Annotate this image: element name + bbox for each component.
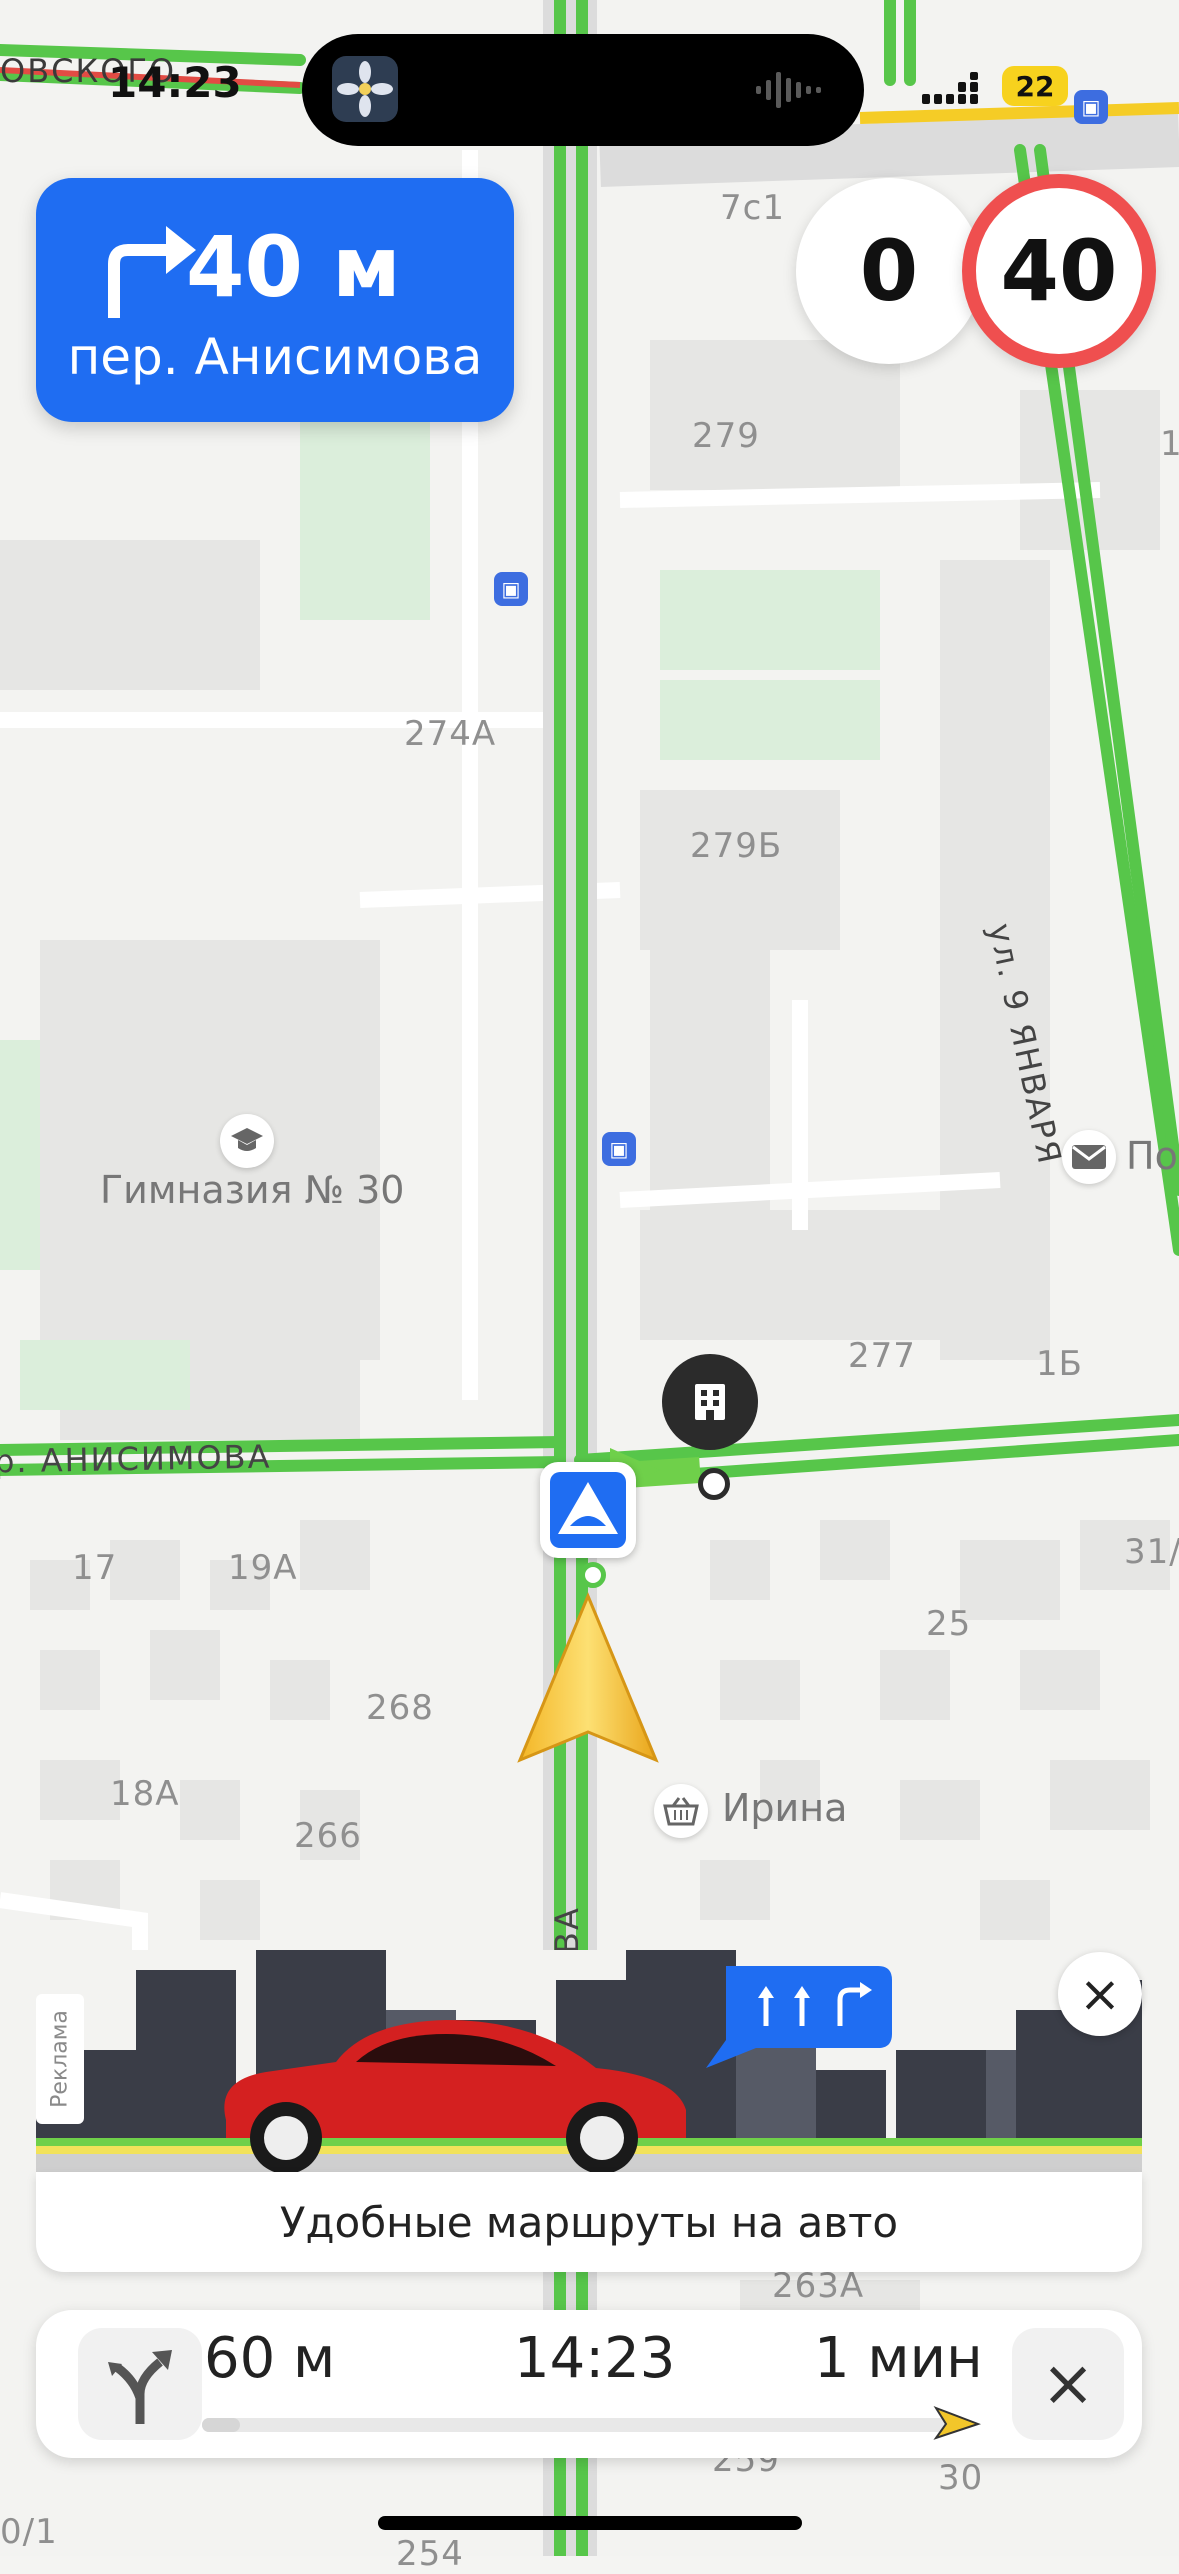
- current-speed: 0: [796, 178, 982, 364]
- building-number: 254: [396, 2534, 464, 2574]
- destination-dot-icon: [698, 1468, 730, 1500]
- street-label: ВА: [548, 1906, 586, 1954]
- cellular-signal-icon: [922, 72, 978, 104]
- route-point-icon: [580, 1562, 606, 1588]
- building-number: 266: [294, 1816, 362, 1856]
- poi-school-label[interactable]: Гимназия № 30: [100, 1168, 404, 1212]
- shopping-basket-icon[interactable]: [654, 1784, 708, 1838]
- remaining-time: 1 мин: [814, 2326, 983, 2391]
- maneuver-card[interactable]: 40 м пер. Анисимова: [36, 178, 514, 422]
- poi-post-label[interactable]: По: [1126, 1134, 1178, 1178]
- building-number: 1: [1160, 424, 1179, 464]
- building-number: 25: [926, 1604, 972, 1644]
- building-number: 277: [848, 1336, 916, 1376]
- building-number: 31/: [1124, 1532, 1179, 1572]
- route-panel: 60 м 14:23 1 мин ×: [36, 2310, 1142, 2458]
- maneuver-street: пер. Анисимова: [67, 328, 483, 386]
- speed-bump-warning-icon[interactable]: [540, 1462, 636, 1558]
- navigation-arrow-icon: [517, 1592, 659, 1763]
- remaining-distance: 60 м: [204, 2326, 336, 2391]
- street-label-anisimova: р. АНИСИМОВА: [0, 1437, 272, 1481]
- ad-close-button[interactable]: ×: [1058, 1952, 1142, 2036]
- building-marker-icon[interactable]: [662, 1354, 758, 1450]
- building-number: 268: [366, 1688, 434, 1728]
- album-art-icon: [332, 56, 398, 122]
- ad-tag: Реклама: [36, 1994, 84, 2124]
- building-number: 1Б: [1036, 1344, 1083, 1384]
- school-icon[interactable]: [220, 1114, 274, 1168]
- speed-limit-sign: 40: [962, 174, 1156, 368]
- mail-icon[interactable]: [1062, 1130, 1116, 1184]
- fork-route-icon: [108, 2350, 172, 2424]
- home-indicator[interactable]: [378, 2516, 802, 2530]
- end-route-button[interactable]: ×: [1012, 2328, 1124, 2440]
- route-progress-bar: [202, 2418, 962, 2432]
- maneuver-distance: 40 м: [186, 218, 401, 316]
- building-number: 17: [72, 1548, 118, 1588]
- building-number: 30: [938, 2458, 984, 2498]
- bus-stop-icon[interactable]: ▣: [1074, 90, 1108, 124]
- bus-stop-icon[interactable]: ▣: [602, 1132, 636, 1166]
- progress-position-icon: [933, 2406, 981, 2440]
- building-number: 279: [692, 416, 760, 456]
- poi-shop-label[interactable]: Ирина: [722, 1786, 847, 1830]
- bus-stop-icon[interactable]: ▣: [494, 572, 528, 606]
- audio-waveform-icon: [756, 72, 821, 108]
- arrival-time: 14:23: [514, 2326, 676, 2391]
- route-progress-fill: [202, 2418, 240, 2432]
- building-number: 0/1: [0, 2512, 58, 2552]
- building-number: 18А: [110, 1774, 180, 1814]
- route-options-button[interactable]: [78, 2328, 202, 2440]
- dynamic-island[interactable]: [302, 34, 864, 146]
- building-number: 19А: [228, 1548, 298, 1588]
- status-time: 14:23: [108, 58, 242, 107]
- building-number: 7с1: [720, 188, 785, 228]
- ad-banner[interactable]: [36, 1950, 1142, 2172]
- building-number: 263А: [772, 2266, 865, 2306]
- building-number: 279Б: [690, 826, 783, 866]
- building-number: 274А: [404, 714, 497, 754]
- ad-caption[interactable]: Удобные маршруты на авто: [36, 2172, 1142, 2272]
- battery-indicator: 22: [1002, 66, 1068, 106]
